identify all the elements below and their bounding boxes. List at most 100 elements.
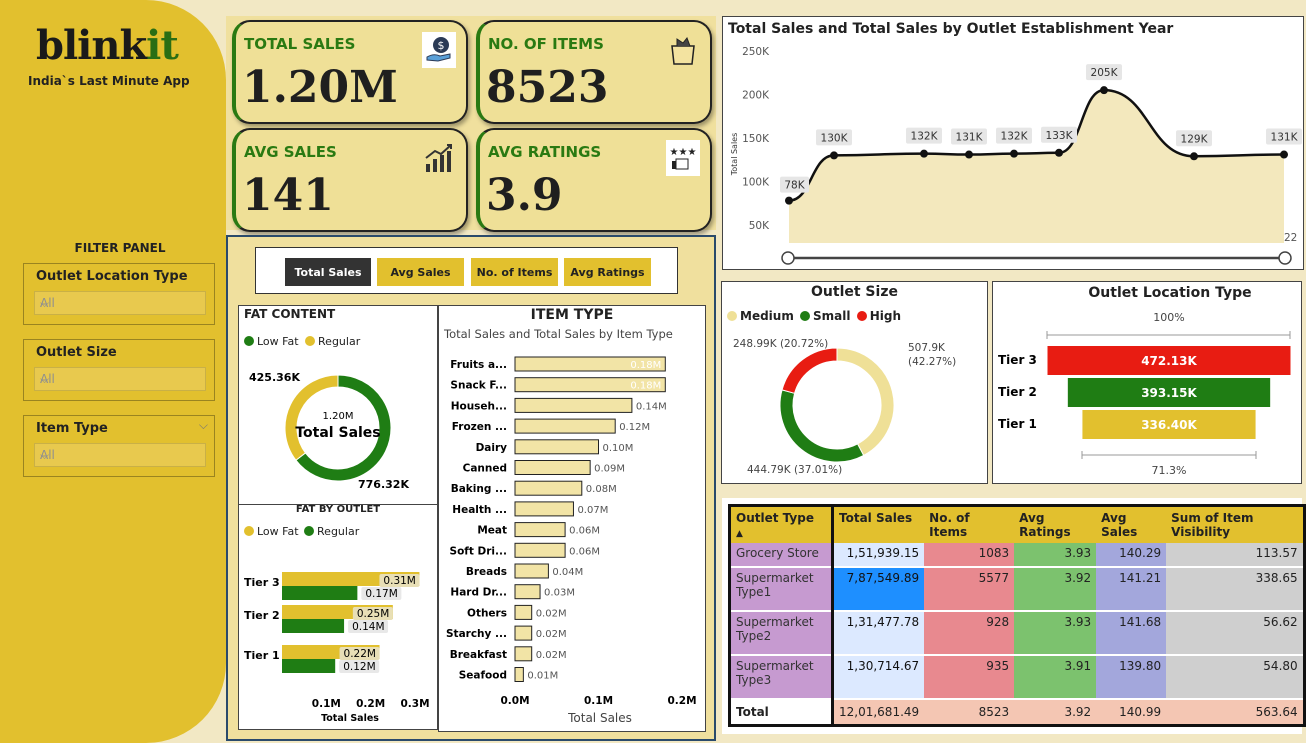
column-header-avg-ratings[interactable]: Avg Ratings [1014,504,1097,543]
metric-button-total-sales[interactable]: Total Sales [285,258,371,286]
filter-dropdown[interactable]: All ⌵ [34,291,206,315]
funnel-value-label: 336.40K [1141,418,1197,432]
x-axis-title: Total Sales [321,713,379,724]
data-label: 130K [821,132,849,144]
metric-button-avg-ratings[interactable]: Avg Ratings [564,258,651,286]
data-point[interactable] [965,150,973,159]
line-area-fill [789,90,1284,243]
filter-outlet-size[interactable]: Outlet Size All ⌵ [23,339,215,401]
bar[interactable] [514,646,533,662]
bar[interactable] [514,418,616,434]
table-row[interactable]: Supermarket Type2 1,31,477.78 928 3.93 141.6… [728,611,1306,656]
bar[interactable] [514,522,566,538]
column-header-total-sales[interactable]: Total Sales [831,504,925,543]
filter-label: Item Type [36,421,108,436]
slider-handle[interactable] [781,251,795,265]
table-cell: 3.91 [1014,655,1097,700]
bar[interactable] [514,604,533,620]
data-label: 0.18M [630,381,661,392]
bar-regular[interactable] [282,659,336,673]
data-label: 132K [911,131,939,143]
category-label: Breads [466,566,507,578]
tier-label: Tier 3 [998,353,1037,367]
data-label: 131K [1271,132,1299,144]
metric-button-no-of-items[interactable]: No. of Items [471,258,558,286]
category-label: Seafood [459,670,507,682]
data-label: 0.14M [352,621,384,633]
donut-slice-small[interactable] [779,389,865,463]
table-row[interactable]: Grocery Store 1,51,939.15 1083 3.93 140.29 11… [728,543,1306,568]
filter-dropdown[interactable]: All ⌵ [34,443,206,467]
bar-regular[interactable] [282,619,345,633]
filter-outlet-location-type[interactable]: Outlet Location Type All ⌵ [23,263,215,325]
table-cell: Supermarket Type3 [728,655,833,700]
fat-by-outlet-chart: Tier 3 0.31M0.17M Tier 2 0.25M0.14M Tier 1 0.… [244,572,430,724]
column-header-avg-sales[interactable]: Avg Sales [1096,504,1167,543]
bar[interactable] [514,501,574,517]
data-label: 0.07M [577,505,608,516]
data-point[interactable] [920,149,928,158]
data-point[interactable] [1190,152,1198,161]
data-point[interactable] [830,151,838,160]
outlet-location-funnel: 100% 71.3% 472.13K Tier 3 393.15K Tier 2 336… [998,311,1291,477]
data-point[interactable] [1280,150,1288,159]
table-row[interactable]: Supermarket Type3 1,30,714.67 935 3.91 139.8… [728,655,1306,700]
data-point[interactable] [1055,148,1063,157]
bar[interactable] [514,625,533,641]
table-total-cell: 12,01,681.49 [831,699,925,727]
data-label: 0.03M [544,588,575,599]
bar[interactable] [514,542,566,558]
table-cell: 140.29 [1096,543,1167,568]
category-label: Health ... [452,504,507,516]
filter-item-type[interactable]: Item Type ⌵ All ⌵ [23,415,215,477]
metric-button-avg-sales[interactable]: Avg Sales [377,258,464,286]
y-axis-title: Total Sales [730,133,739,177]
x-tick-label: 0.1M [584,695,613,707]
category-label: Soft Dri... [450,545,507,557]
donut-center-label: Total Sales [295,425,380,441]
table-total-row: Total 12,01,681.49 8523 3.92 140.99 563.64 [728,699,1306,727]
column-header-no-of-items[interactable]: No. of Items [924,504,1015,543]
table-cell: 1083 [924,543,1015,568]
slider-handle[interactable] [1278,251,1292,265]
grocery-bag-icon [666,32,700,68]
tier-label: Tier 1 [998,417,1037,431]
column-header-outlet-type[interactable]: Outlet Type ▲ [728,504,833,543]
table-row[interactable]: Supermarket Type1 7,87,549.89 5577 3.92 141.… [728,567,1306,612]
filter-dropdown[interactable]: All ⌵ [34,367,206,391]
bar-regular[interactable] [282,586,358,600]
bar[interactable] [514,563,549,579]
bar[interactable] [514,460,591,475]
bar[interactable] [514,667,524,682]
bar[interactable] [514,480,583,496]
x-tick-label: 0.2M [356,698,385,710]
column-header-item-visibility[interactable]: Sum of Item Visibility [1166,504,1306,543]
bar[interactable] [514,584,541,600]
table-cell: 141.68 [1096,611,1167,656]
donut-slice-medium[interactable] [836,347,895,457]
bar[interactable] [514,439,599,455]
data-label: 0.31M [383,575,415,587]
chevron-down-icon[interactable]: ⌵ [199,418,208,433]
y-tick-label: 50K [749,220,770,232]
kpi-label: AVG SALES [244,143,337,161]
donut-slice-high[interactable] [781,347,838,394]
category-label: Starchy ... [446,628,507,640]
kpi-card-no-of-items: NO. OF ITEMS 8523 [476,20,712,124]
table-cell: 3.93 [1014,543,1097,568]
kpi-value: 141 [242,170,334,221]
category-label: Househ... [451,400,507,412]
kpi-value: 3.9 [486,170,563,221]
data-point[interactable] [1100,86,1108,95]
kpi-value: 1.20M [242,62,398,113]
data-point[interactable] [785,196,793,205]
bar[interactable] [514,397,633,413]
filter-label: Outlet Size [36,345,117,360]
table-total-cell: 3.92 [1014,699,1097,727]
data-label: 0.06M [569,526,600,537]
data-label: 0.22M [344,648,376,660]
data-point[interactable] [1010,149,1018,158]
kpi-card-avg-ratings: AVG RATINGS 3.9 ★★★ [476,128,712,232]
sort-ascending-icon: ▲ [736,529,743,539]
growth-chart-icon [422,140,456,176]
